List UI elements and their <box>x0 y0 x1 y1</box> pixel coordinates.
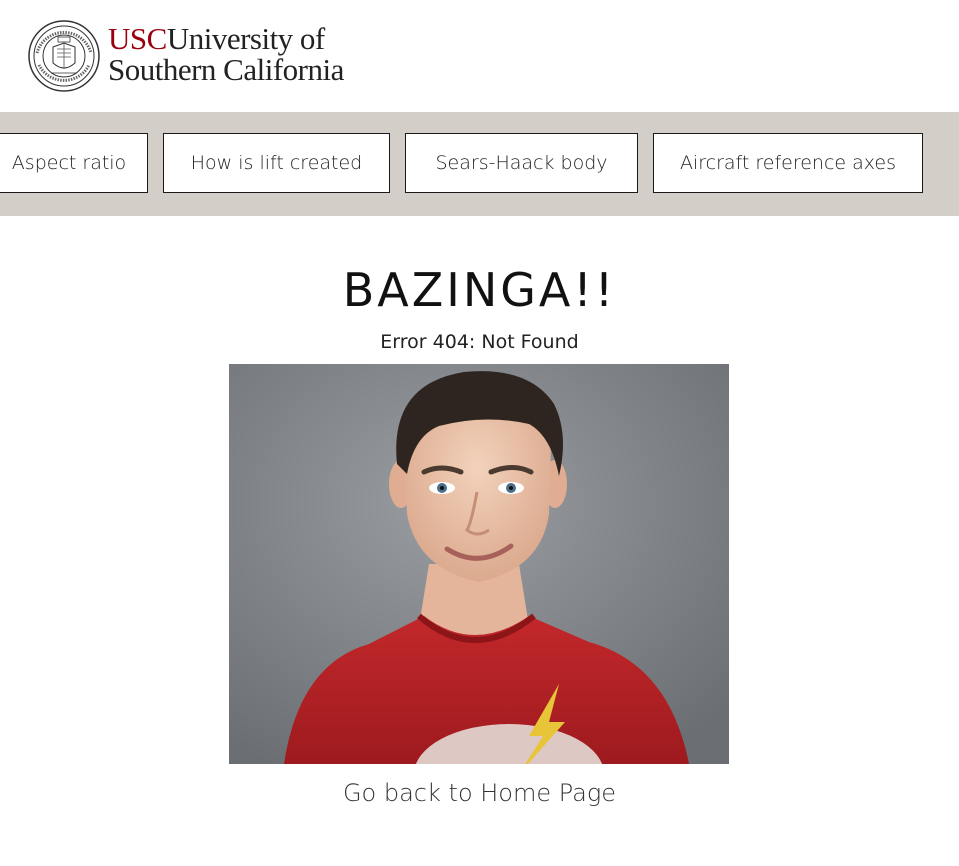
logo-line1-text: University of <box>166 21 325 56</box>
logo-line2-text: Southern California <box>108 52 344 87</box>
nav-button-aspect-ratio[interactable]: Aspect ratio <box>0 133 148 193</box>
nav-button-label: Sears-Haack body <box>435 152 608 174</box>
usc-seal-icon <box>28 20 100 92</box>
nav-button-label: How is lift created <box>190 152 363 174</box>
nav-button-label: Aircraft reference axes <box>679 152 897 174</box>
sheldon-photo <box>229 364 729 764</box>
nav-button-sears-haack[interactable]: Sears-Haack body <box>405 133 638 193</box>
error-message: Error 404: Not Found <box>380 331 579 353</box>
home-page-link[interactable]: Go back to Home Page <box>0 778 959 808</box>
nav-button-reference-axes[interactable]: Aircraft reference axes <box>653 133 923 193</box>
nav-button-label: Aspect ratio <box>11 152 127 174</box>
nav-button-lift[interactable]: How is lift created <box>163 133 390 193</box>
usc-wordmark: USCUniversity of Southern California <box>108 23 344 85</box>
topic-nav-bar: Aspect ratio How is lift created Sears-H… <box>0 112 959 216</box>
page-title: BAZINGA!! <box>342 263 617 317</box>
portrait-illustration <box>229 364 729 764</box>
logo-usc-text: USC <box>108 21 167 56</box>
site-header: USCUniversity of Southern California <box>0 0 959 112</box>
